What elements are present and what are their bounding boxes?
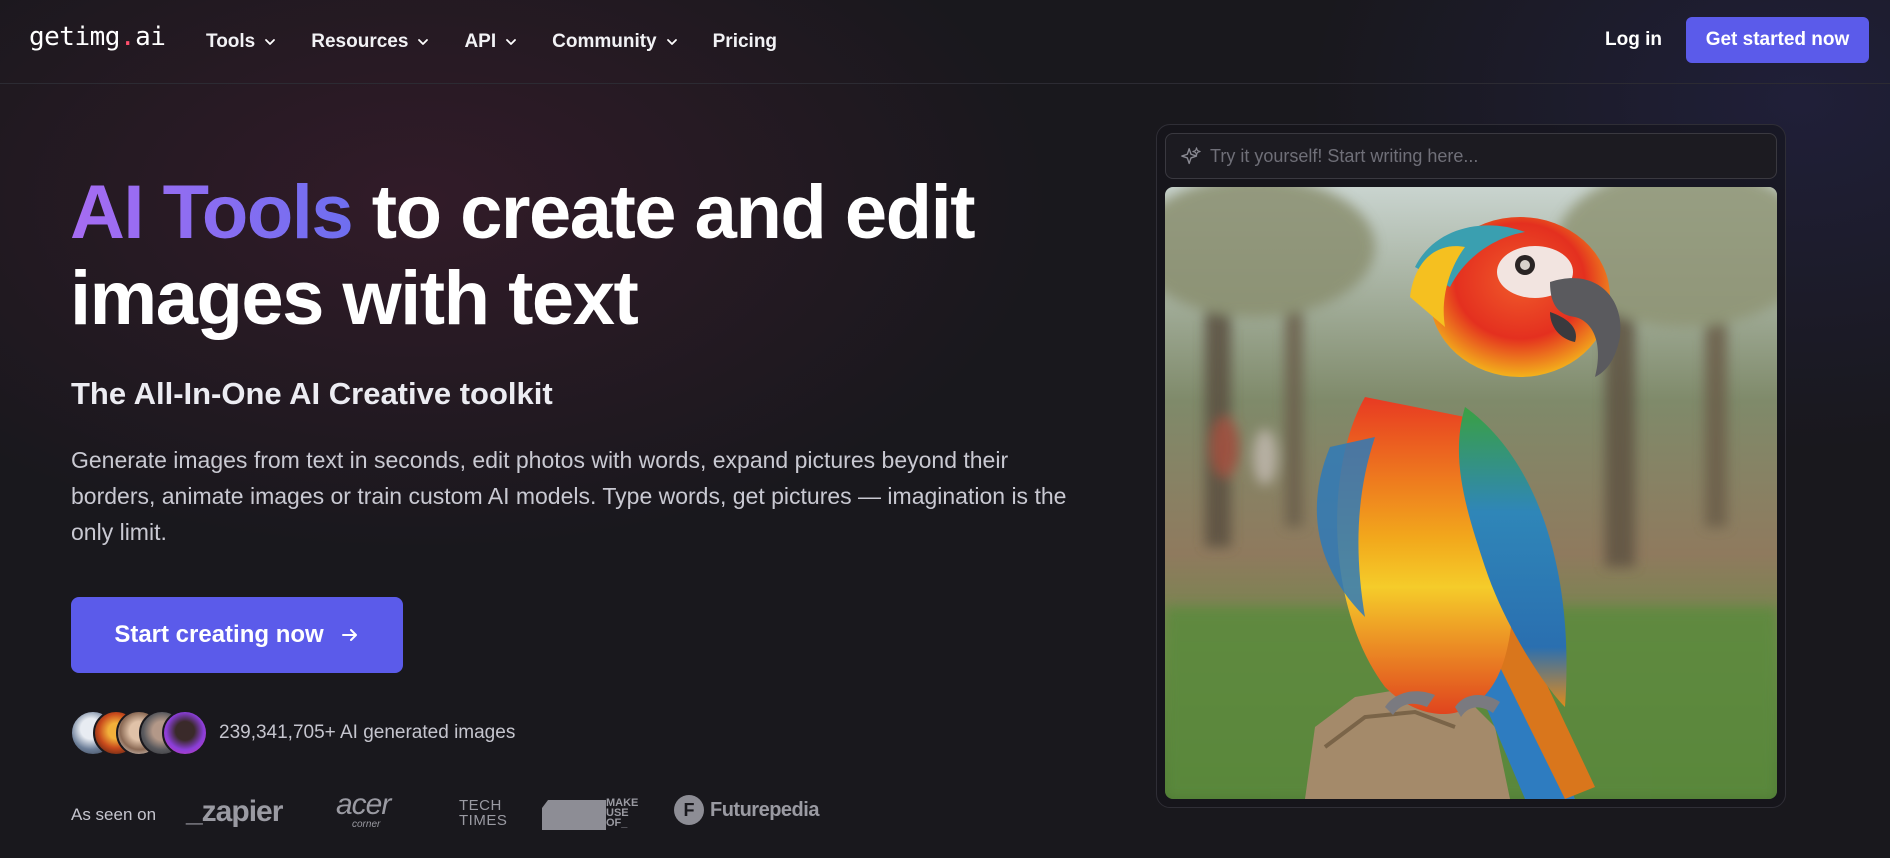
logo-dot: . <box>119 22 136 52</box>
main-menu: Tools Resources API Community Pricing <box>206 0 777 84</box>
chevron-down-icon <box>666 39 677 45</box>
futurepedia-logo: F Futurepedia <box>674 795 819 825</box>
futurepedia-wordmark: Futurepedia <box>710 798 819 821</box>
get-started-button[interactable]: Get started now <box>1686 17 1869 63</box>
nav-item-community[interactable]: Community <box>552 31 679 53</box>
avatar <box>162 710 208 756</box>
zapier-logo: _zapier <box>186 795 283 828</box>
nav-item-label: Pricing <box>712 31 778 52</box>
prompt-box <box>1165 133 1777 179</box>
chevron-down-icon <box>265 39 276 45</box>
arrow-right-icon <box>341 629 357 641</box>
nav-item-label: Community <box>552 31 657 52</box>
acer-wordmark: acer <box>336 788 391 821</box>
nav-item-label: API <box>464 31 497 52</box>
make-use-of-mark <box>542 800 606 830</box>
tech-times-logo: TECH TIMES <box>459 798 507 828</box>
hero-subtitle: The All-In-One AI Creative toolkit <box>71 376 553 411</box>
nav-item-resources[interactable]: Resources <box>311 31 430 53</box>
generated-count: 239,341,705+ AI generated images <box>219 722 516 743</box>
acer-tagline: corner <box>352 819 381 830</box>
parrot-image <box>1165 187 1777 799</box>
chevron-down-icon <box>506 39 517 45</box>
start-creating-button[interactable]: Start creating now <box>71 597 403 673</box>
nav-item-api[interactable]: API <box>464 31 518 53</box>
top-navigation: getimg.ai Tools Resources API Community … <box>0 0 1890 84</box>
logo[interactable]: getimg.ai <box>29 22 166 52</box>
chevron-down-icon <box>418 39 429 45</box>
logo-text-tld: ai <box>135 22 166 52</box>
hero-description: Generate images from text in seconds, ed… <box>71 447 1067 545</box>
nav-item-tools[interactable]: Tools <box>206 31 277 53</box>
start-creating-label: Start creating now <box>114 621 324 648</box>
hero-title-highlight: AI Tools <box>70 170 354 255</box>
sparkle-icon <box>1181 147 1201 165</box>
login-link[interactable]: Log in <box>1605 29 1662 51</box>
generated-image <box>1165 187 1777 799</box>
nav-item-label: Tools <box>206 31 256 52</box>
make-use-of-line: OF_ <box>606 817 628 829</box>
user-avatars <box>70 710 210 756</box>
logo-text-main: getimg <box>29 22 120 52</box>
futurepedia-icon: F <box>674 795 704 825</box>
prompt-input[interactable] <box>1210 134 1770 178</box>
demo-panel <box>1156 124 1786 808</box>
nav-item-pricing[interactable]: Pricing <box>713 31 777 53</box>
nav-item-label: Resources <box>311 31 409 52</box>
tech-times-line: TECH <box>459 797 502 814</box>
acer-logo: acer corner <box>336 790 416 832</box>
tech-times-line: TIMES <box>459 812 508 829</box>
make-use-of-logo: MAKE USE OF_ <box>542 798 646 830</box>
as-seen-on-label: As seen on <box>71 805 157 824</box>
hero-title: AI Tools to create and edit images with … <box>70 170 1070 342</box>
